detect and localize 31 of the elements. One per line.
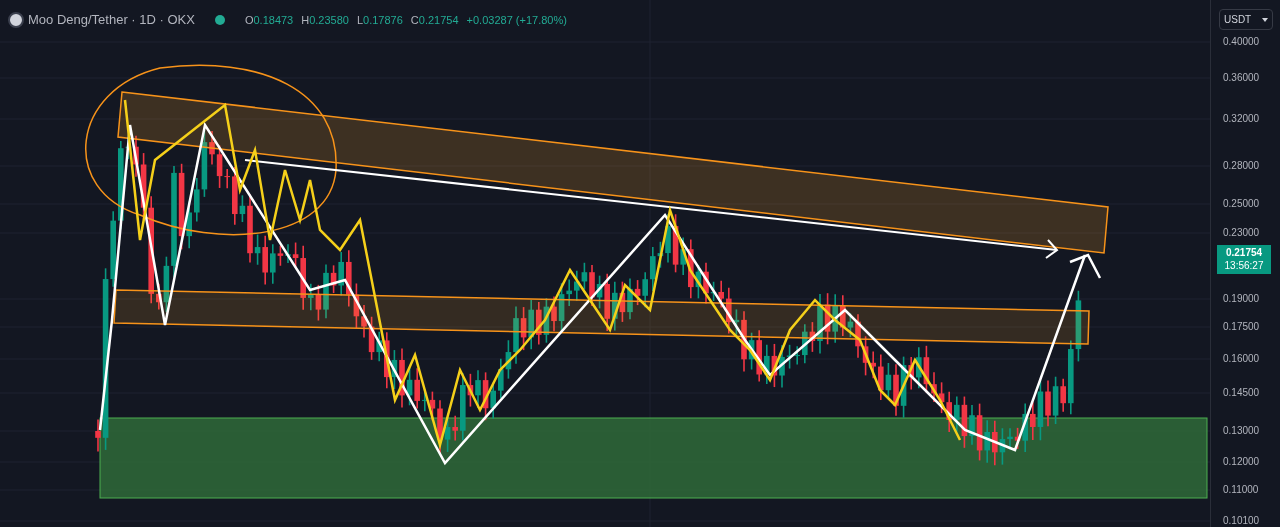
price-change: +0.03287 (+17.80%) bbox=[466, 12, 567, 28]
symbol-title: Moo Deng/Tether · 1D · OKX bbox=[28, 11, 195, 30]
price-tick-label: 0.12000 bbox=[1223, 457, 1260, 467]
price-tick-label: 0.10100 bbox=[1223, 516, 1260, 526]
ohlc-value: 0.21754 bbox=[418, 12, 459, 28]
ohlc-label: H bbox=[301, 12, 310, 28]
caret-icon bbox=[1262, 17, 1268, 22]
price-tick-label: 0.36000 bbox=[1223, 73, 1260, 83]
candle-countdown: 13:56:27 bbox=[1224, 259, 1264, 272]
up-arrow-drawing bbox=[1069, 253, 1102, 279]
price-tick-label: 0.17500 bbox=[1223, 322, 1260, 332]
price-tick-label: 0.13000 bbox=[1223, 426, 1260, 436]
last-price: 0.21754 bbox=[1225, 247, 1263, 260]
ohlc-value: 0.23580 bbox=[309, 12, 349, 28]
market-status-icon bbox=[214, 15, 225, 25]
price-tick-label: 0.32000 bbox=[1223, 114, 1260, 124]
price-tick-label: 0.40000 bbox=[1223, 37, 1260, 47]
price-tick-label: 0.16000 bbox=[1223, 354, 1260, 364]
price-tick-label: 0.19000 bbox=[1223, 294, 1260, 304]
price-tick-label: 0.14500 bbox=[1223, 388, 1260, 398]
price-tick-label: 0.25000 bbox=[1223, 199, 1260, 209]
currency-select[interactable]: USDT bbox=[1219, 9, 1273, 30]
price-tick-label: 0.23000 bbox=[1223, 228, 1260, 238]
ohlc-label: C bbox=[410, 12, 419, 28]
ohlc-label: L bbox=[356, 12, 364, 28]
price-tick-label: 0.11000 bbox=[1223, 485, 1259, 495]
coin-icon bbox=[8, 12, 24, 28]
ohlc-value: 0.18473 bbox=[253, 12, 294, 28]
ohlc-value: 0.17876 bbox=[363, 12, 403, 28]
ohlc-label: O bbox=[244, 12, 254, 28]
price-tick-label: 0.28000 bbox=[1223, 161, 1260, 171]
